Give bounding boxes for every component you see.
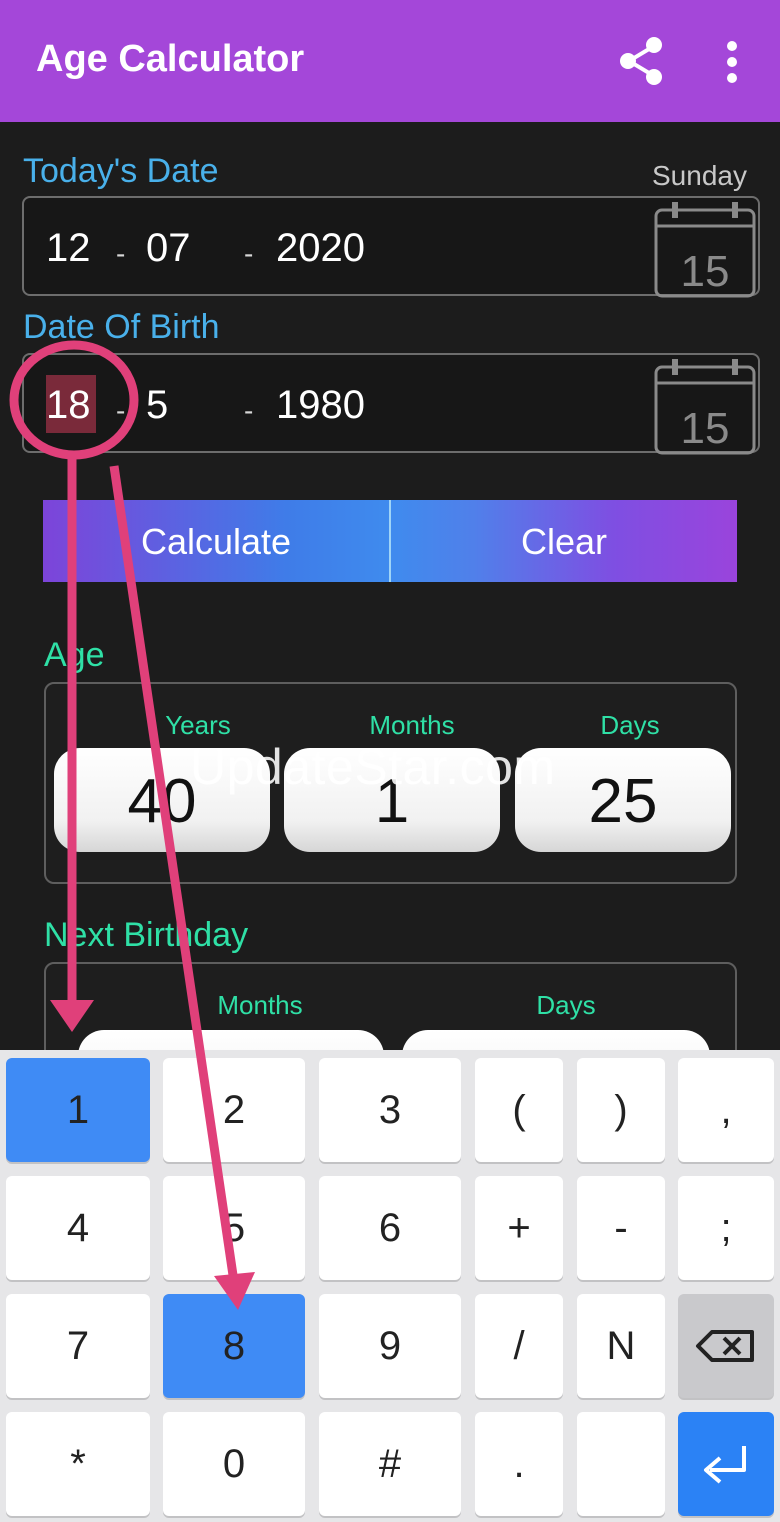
key-0[interactable]: 0 — [163, 1412, 305, 1516]
key-4[interactable]: 4 — [6, 1176, 150, 1280]
date-separator: - — [116, 395, 126, 426]
next-birthday-label: Next Birthday — [44, 916, 249, 954]
overflow-menu-icon[interactable] — [716, 38, 748, 86]
todays-date-field[interactable]: 12 - 07 - 2020 15 — [22, 196, 760, 298]
backspace-icon — [696, 1330, 754, 1362]
calendar-icon-number: 15 — [681, 247, 730, 296]
date-of-birth-field[interactable]: 18 - 5 - 1980 15 — [22, 353, 760, 455]
key-hash[interactable]: # — [319, 1412, 461, 1516]
weekday-label: Sunday — [652, 160, 747, 191]
key-open-paren[interactable]: ( — [475, 1058, 563, 1162]
birth-month[interactable]: 5 — [146, 383, 168, 428]
date-of-birth-label: Date Of Birth — [23, 308, 220, 346]
key-comma[interactable]: , — [678, 1058, 774, 1162]
birth-day[interactable]: 18 — [46, 383, 91, 428]
key-period[interactable]: . — [475, 1412, 563, 1516]
key-minus[interactable]: - — [577, 1176, 665, 1280]
birth-year[interactable]: 1980 — [276, 383, 365, 428]
key-9[interactable]: 9 — [319, 1294, 461, 1398]
key-2[interactable]: 2 — [163, 1058, 305, 1162]
calendar-icon[interactable]: 15 — [654, 357, 756, 455]
action-buttons: Calculate Clear — [43, 500, 737, 582]
enter-icon — [704, 1446, 746, 1484]
backspace-key[interactable] — [678, 1294, 774, 1398]
app-title: Age Calculator — [36, 38, 305, 80]
key-7[interactable]: 7 — [6, 1294, 150, 1398]
date-separator: - — [244, 238, 254, 269]
next-birthday-days-header: Days — [536, 990, 596, 1020]
next-birthday-months-header: Months — [217, 990, 303, 1020]
age-label: Age — [44, 636, 105, 674]
todays-month[interactable]: 07 — [146, 226, 191, 271]
key-blank[interactable] — [577, 1412, 665, 1516]
key-3[interactable]: 3 — [319, 1058, 461, 1162]
date-separator: - — [116, 238, 126, 269]
enter-key[interactable] — [678, 1412, 774, 1516]
age-days-header: Days — [600, 710, 660, 740]
numeric-keyboard: 1 2 3 ( ) , 4 5 6 + - ; 7 8 9 / N * 0 # … — [0, 1050, 780, 1522]
key-n[interactable]: N — [577, 1294, 665, 1398]
calendar-icon[interactable]: 15 — [654, 200, 756, 298]
calculate-button[interactable]: Calculate — [43, 500, 389, 582]
key-6[interactable]: 6 — [319, 1176, 461, 1280]
todays-date-label: Today's Date — [23, 152, 219, 190]
calendar-icon-number: 15 — [681, 404, 730, 453]
key-8[interactable]: 8 — [163, 1294, 305, 1398]
app-bar: Age Calculator — [0, 0, 780, 122]
key-5[interactable]: 5 — [163, 1176, 305, 1280]
date-separator: - — [244, 395, 254, 426]
key-semicolon[interactable]: ; — [678, 1176, 774, 1280]
age-calculator-screen: Age Calculator Today's Date Sunday 12 - … — [0, 0, 780, 1522]
share-icon[interactable] — [618, 36, 666, 86]
key-asterisk[interactable]: * — [6, 1412, 150, 1516]
todays-day[interactable]: 12 — [46, 226, 91, 271]
key-slash[interactable]: / — [475, 1294, 563, 1398]
watermark: UpdateStar.com — [190, 739, 556, 795]
key-plus[interactable]: + — [475, 1176, 563, 1280]
age-years-header: Years — [165, 710, 231, 740]
clear-button[interactable]: Clear — [391, 500, 737, 582]
age-months-header: Months — [369, 710, 455, 740]
key-close-paren[interactable]: ) — [577, 1058, 665, 1162]
key-1[interactable]: 1 — [6, 1058, 150, 1162]
todays-year[interactable]: 2020 — [276, 226, 365, 271]
